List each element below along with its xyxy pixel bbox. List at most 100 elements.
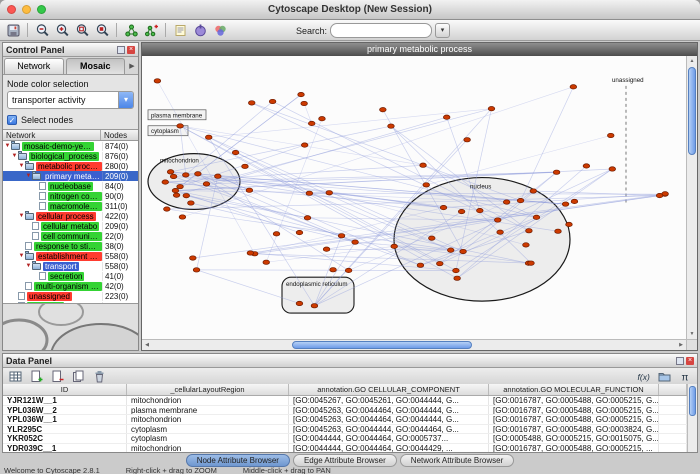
network-node[interactable] [477, 208, 484, 212]
table-row[interactable]: YLR295Ccytoplasm[GO:0045263, GO:0044444,… [3, 425, 687, 435]
search-options-button[interactable]: ▾ [435, 23, 450, 38]
tree-node-label[interactable]: metabolic process [36, 162, 102, 171]
column-header[interactable]: ID [3, 384, 127, 395]
tree-row[interactable]: ▼transport558(0) [3, 261, 138, 271]
network-node[interactable] [464, 138, 471, 142]
import-network-icon[interactable] [142, 21, 160, 39]
network-node[interactable] [183, 193, 190, 197]
scroll-left-icon[interactable]: ◀ [142, 340, 152, 350]
zoom-out-icon[interactable] [33, 21, 51, 39]
close-panel-button[interactable]: × [686, 357, 694, 365]
float-panel-button[interactable] [117, 46, 125, 54]
table-row[interactable]: YPL036W__1mitochondrion[GO:0045263, GO:0… [3, 415, 687, 425]
tree-row[interactable]: secretion41(0) [3, 271, 138, 281]
expander-icon[interactable]: ▼ [18, 253, 25, 259]
network-node[interactable] [440, 205, 447, 209]
expander-icon[interactable]: ▼ [25, 263, 32, 269]
network-node[interactable] [263, 260, 270, 264]
network-node[interactable] [301, 101, 308, 105]
column-header[interactable]: _cellularLayoutRegion [127, 384, 289, 395]
network-node[interactable] [453, 268, 460, 272]
network-node[interactable] [423, 183, 430, 187]
network-node[interactable] [154, 79, 161, 83]
horizontal-scrollbar-thumb[interactable] [292, 341, 472, 349]
scroll-up-icon[interactable]: ▲ [687, 56, 697, 66]
network-node[interactable] [570, 85, 577, 89]
formula-builder-icon[interactable]: f(x) [634, 367, 652, 385]
network-node[interactable] [345, 268, 352, 272]
network-node[interactable] [553, 170, 560, 174]
network-node[interactable] [182, 173, 189, 177]
network-node[interactable] [319, 117, 326, 121]
tree-node-label[interactable]: cellular metabo [41, 222, 99, 231]
copy-attribute-icon[interactable] [69, 367, 87, 385]
column-header[interactable]: annotation.GO MOLECULAR_FUNCTION [489, 384, 659, 395]
table-row[interactable]: YDR039C__1mitochondrion[GO:0044444, GO:0… [3, 444, 687, 453]
network-node[interactable] [162, 180, 169, 184]
network-node[interactable] [296, 230, 303, 234]
function-icon[interactable]: π [676, 367, 694, 385]
delete-attribute-icon[interactable] [48, 367, 66, 385]
expander-icon[interactable]: ▼ [11, 153, 18, 159]
table-row[interactable]: YJR121W__1mitochondrion[GO:0045267, GO:0… [3, 396, 687, 406]
network-node[interactable] [454, 276, 461, 280]
save-session-icon[interactable] [4, 21, 22, 39]
select-attributes-icon[interactable] [6, 367, 24, 385]
tree-node-label[interactable]: establishment of lo [36, 252, 102, 261]
network-node[interactable] [167, 170, 174, 174]
network-node[interactable] [298, 92, 305, 96]
network-node[interactable] [460, 249, 467, 253]
network-node[interactable] [530, 189, 537, 193]
tree-row[interactable]: nitrogen compo90(0) [3, 191, 138, 201]
network-node[interactable] [517, 198, 524, 202]
network-node[interactable] [193, 268, 200, 272]
tab-scroll-right-button[interactable]: ▶ [126, 59, 138, 74]
tree-node-label[interactable]: nitrogen compo [48, 192, 102, 201]
network-node[interactable] [443, 115, 450, 119]
tree-row[interactable]: macromolecule311(0) [3, 201, 138, 211]
network-node[interactable] [304, 216, 311, 220]
network-node[interactable] [523, 243, 530, 247]
zoom-window-button[interactable] [37, 5, 46, 14]
tree-node-label[interactable]: macromolecule [48, 202, 102, 211]
network-node[interactable] [188, 201, 195, 205]
network-node[interactable] [562, 202, 569, 206]
network-node[interactable] [458, 209, 465, 213]
network-node[interactable] [583, 164, 590, 168]
network-node[interactable] [232, 150, 239, 154]
close-window-button[interactable] [7, 5, 16, 14]
network-node[interactable] [494, 218, 501, 222]
network-node[interactable] [420, 163, 427, 167]
expander-icon[interactable]: ▼ [18, 213, 25, 219]
zoom-selected-icon[interactable] [93, 21, 111, 39]
network-node[interactable] [388, 124, 395, 128]
tree-node-label[interactable]: multi-organism pro [34, 282, 102, 291]
network-node[interactable] [417, 263, 424, 267]
tree-row[interactable]: ▼primary metabolic process209(0) [3, 171, 138, 181]
network-node[interactable] [179, 215, 186, 219]
expander-icon[interactable]: ▼ [4, 143, 11, 149]
network-node[interactable] [323, 247, 330, 251]
zoom-in-icon[interactable] [53, 21, 71, 39]
network-horizontal-scrollbar[interactable]: ◀ ▶ [142, 339, 686, 350]
network-node[interactable] [172, 188, 179, 192]
network-node[interactable] [528, 261, 535, 265]
minimize-window-button[interactable] [22, 5, 31, 14]
network-node[interactable] [497, 230, 504, 234]
expander-icon[interactable]: ▼ [18, 163, 25, 169]
network-node[interactable] [656, 193, 663, 197]
tree-row[interactable]: ▼cellular process422(0) [3, 211, 138, 221]
tree-row[interactable]: ▼metabolic process280(0) [3, 161, 138, 171]
network-node[interactable] [177, 184, 184, 188]
window-titlebar[interactable]: Cytoscape Desktop (New Session) [0, 0, 700, 20]
network-node[interactable] [436, 261, 443, 265]
tree-node-label[interactable]: cellular process [36, 212, 96, 221]
network-node[interactable] [488, 106, 495, 110]
tree-node-label[interactable]: transport [43, 262, 79, 271]
tab-network[interactable]: Network [4, 58, 64, 74]
network-node[interactable] [215, 174, 222, 178]
tree-row[interactable]: multi-organism pro42(0) [3, 281, 138, 291]
table-row[interactable]: YPL036W__2plasma membrane[GO:0045263, GO… [3, 406, 687, 416]
scroll-down-icon[interactable]: ▼ [687, 329, 697, 339]
create-attribute-icon[interactable] [27, 367, 45, 385]
